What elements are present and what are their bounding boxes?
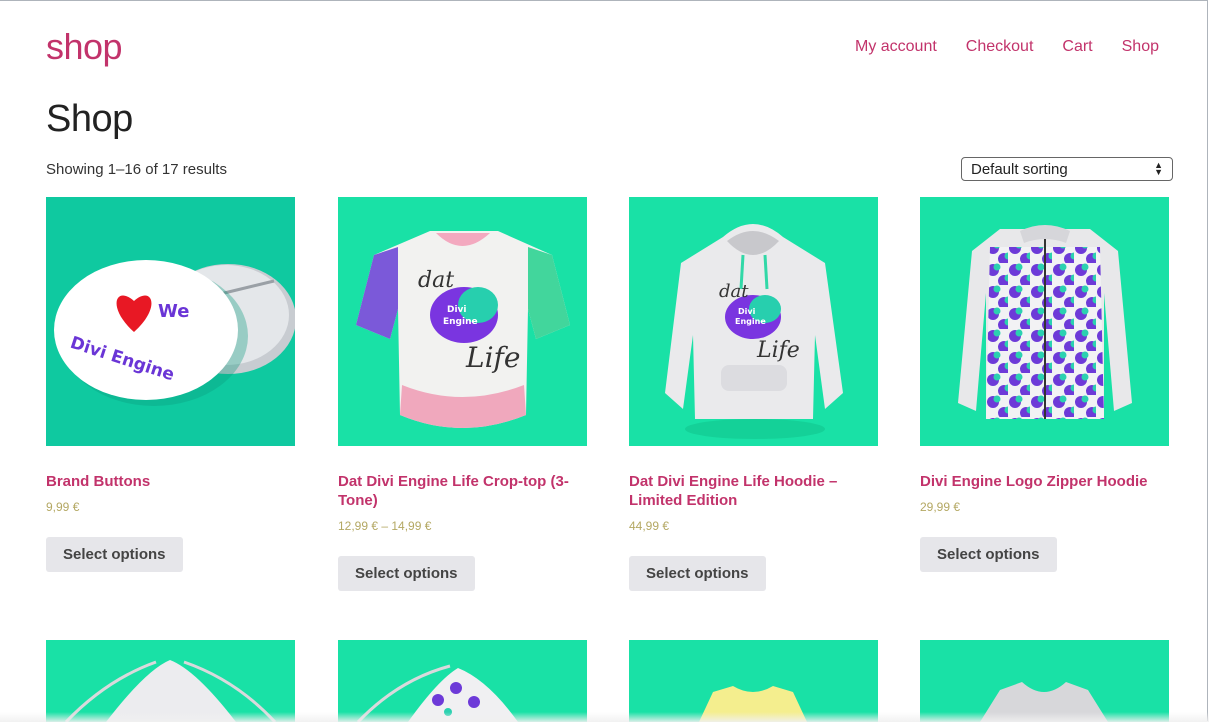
select-options-button[interactable]: Select options: [629, 556, 766, 591]
product-card: Divi Engine Logo Zipper Hoodie 29,99 € S…: [920, 197, 1169, 572]
select-arrows-icon: ▲ ▼: [1154, 160, 1163, 177]
crop-top-image[interactable]: Divi Engine dat Life: [338, 197, 587, 446]
svg-text:dat: dat: [418, 268, 454, 293]
product-card: We Divi Engine Brand Buttons 9,99 € Sele…: [46, 197, 295, 572]
svg-text:Engine: Engine: [443, 317, 478, 327]
svg-text:dat: dat: [719, 281, 749, 302]
patterned-bag-image[interactable]: [338, 640, 587, 722]
select-options-button[interactable]: Select options: [920, 537, 1057, 572]
sorting-select[interactable]: Default sorting ▲ ▼: [961, 157, 1173, 181]
product-card: Divi Engine dat Life Dat Divi Engine Lif…: [338, 197, 587, 591]
svg-text:We: We: [158, 301, 189, 322]
nav-cart[interactable]: Cart: [1062, 38, 1092, 56]
select-options-button[interactable]: Select options: [46, 537, 183, 572]
product-price: 12,99 € – 14,99 €: [338, 519, 432, 533]
yellow-tshirt-image[interactable]: [629, 640, 878, 722]
bottom-fade: [0, 712, 1209, 722]
product-price: 44,99 €: [629, 519, 670, 533]
site-title[interactable]: shop: [46, 26, 123, 68]
grey-tshirt-image[interactable]: [920, 640, 1169, 722]
sorting-selected-value: Default sorting: [971, 160, 1068, 178]
nav-shop[interactable]: Shop: [1122, 38, 1159, 56]
product-card: Divi Engine dat Life Dat Divi Engine Lif…: [629, 197, 878, 591]
drawstring-bag-image[interactable]: [46, 640, 295, 722]
svg-text:Life: Life: [465, 341, 520, 374]
svg-text:Engine: Engine: [735, 317, 766, 326]
main-nav: My account Checkout Cart Shop: [855, 38, 1159, 56]
svg-text:Divi: Divi: [447, 305, 467, 315]
nav-checkout[interactable]: Checkout: [966, 38, 1034, 56]
product-name[interactable]: Dat Divi Engine Life Crop-top (3-Tone): [338, 472, 587, 510]
product-name[interactable]: Divi Engine Logo Zipper Hoodie: [920, 472, 1169, 491]
product-price: 9,99 €: [46, 500, 80, 514]
nav-my-account[interactable]: My account: [855, 38, 937, 56]
product-price: 29,99 €: [920, 500, 961, 514]
hoodie-image[interactable]: Divi Engine dat Life: [629, 197, 878, 446]
product-name[interactable]: Dat Divi Engine Life Hoodie – Limited Ed…: [629, 472, 878, 510]
product-name[interactable]: Brand Buttons: [46, 472, 295, 491]
page-title: Shop: [46, 98, 133, 140]
svg-text:Life: Life: [756, 338, 800, 363]
brand-buttons-image[interactable]: We Divi Engine: [46, 197, 295, 446]
result-count: Showing 1–16 of 17 results: [46, 161, 227, 178]
zipper-hoodie-image[interactable]: [920, 197, 1169, 446]
select-options-button[interactable]: Select options: [338, 556, 475, 591]
svg-text:Divi: Divi: [738, 307, 756, 316]
